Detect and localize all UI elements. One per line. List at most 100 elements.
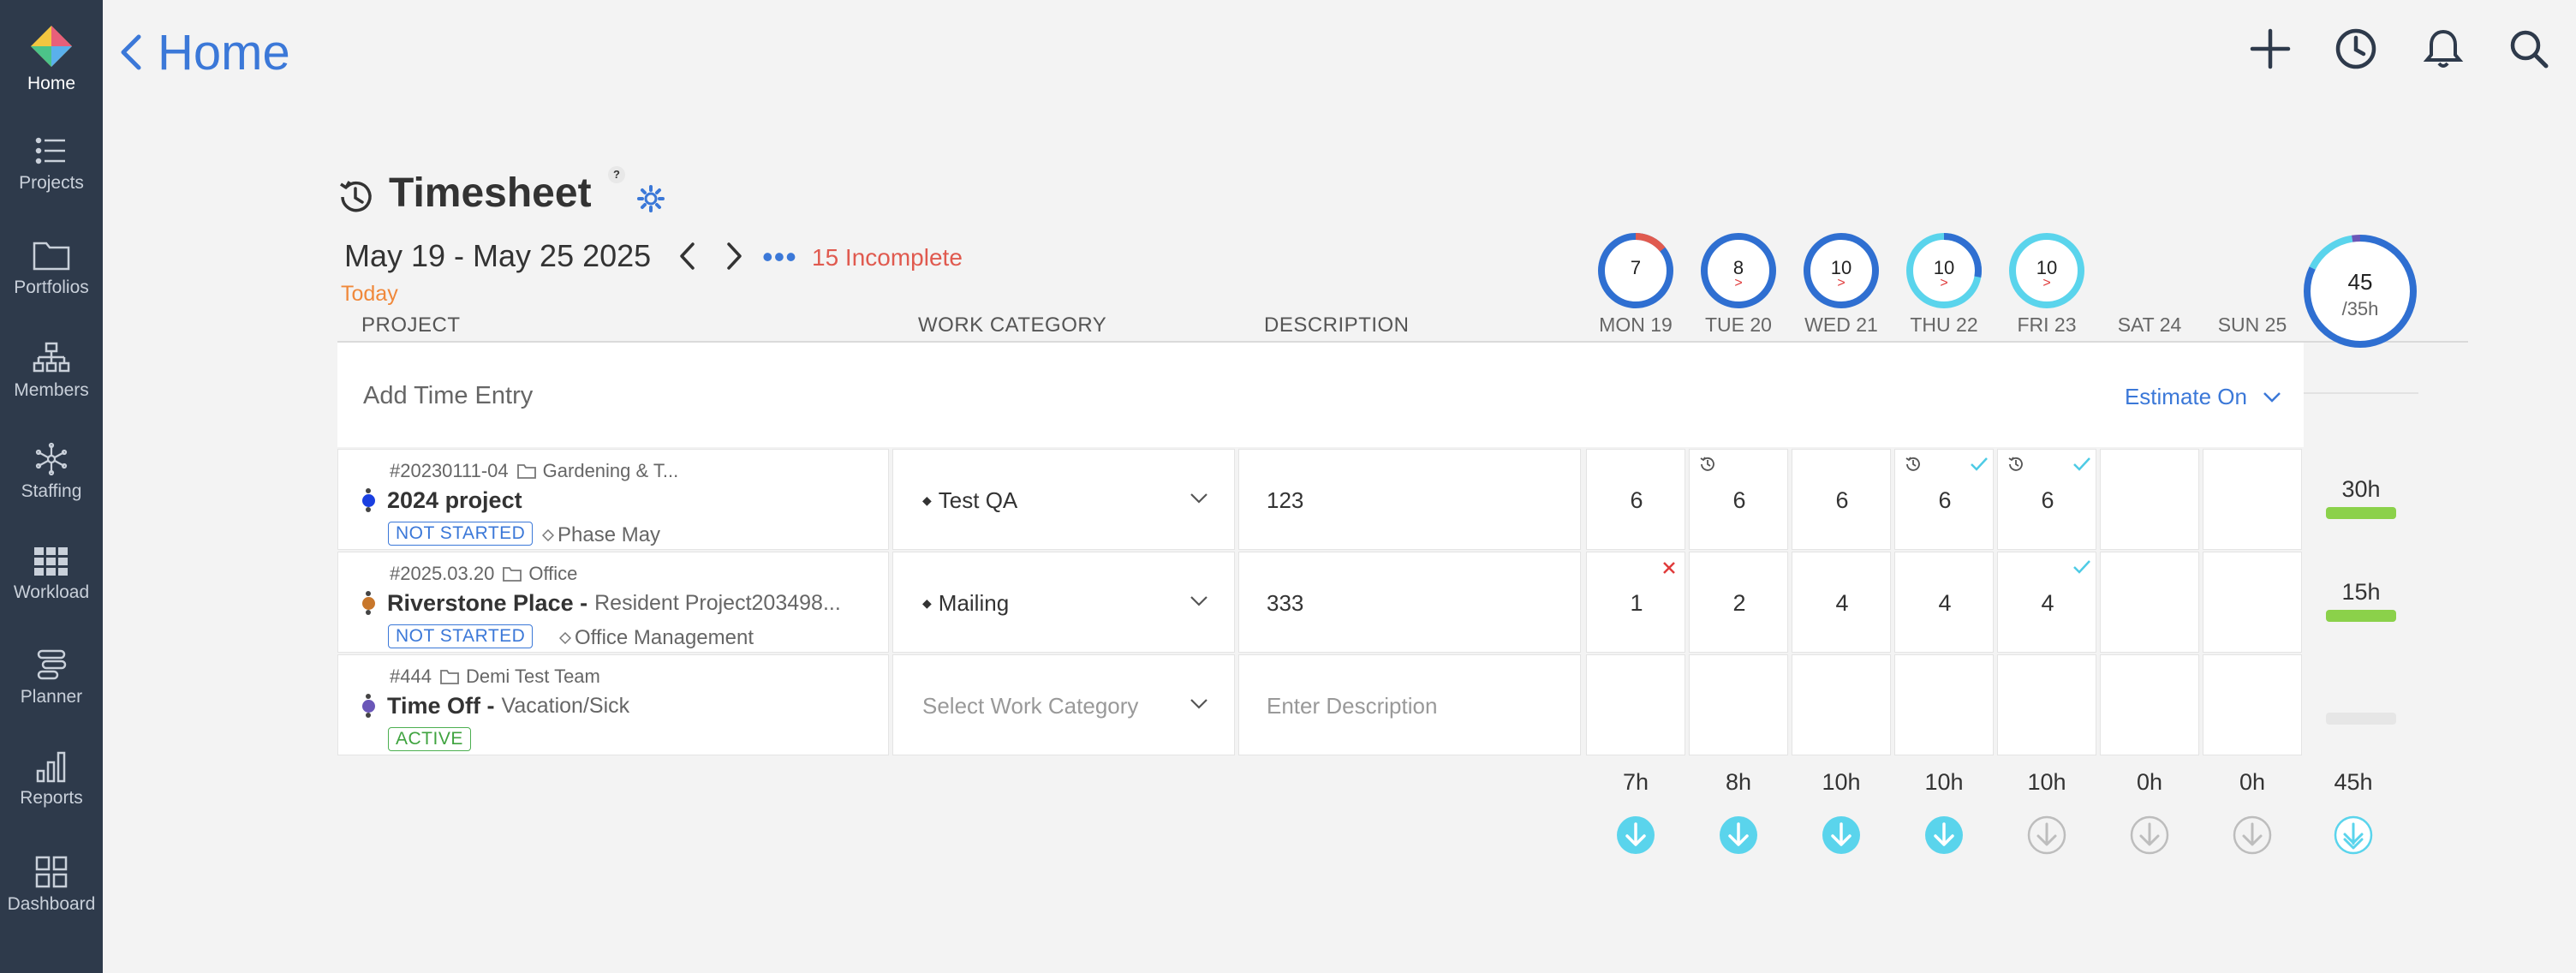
day-footer-total: 0h	[2136, 769, 2163, 795]
project-number: #444	[390, 666, 432, 687]
day-hours-cell[interactable]	[2203, 654, 2302, 755]
sidebar-item-staffing[interactable]: Staffing	[0, 442, 103, 502]
work-category-select[interactable]: Select Work Category	[892, 654, 1235, 755]
day-hours-cell[interactable]	[2203, 552, 2302, 653]
check-icon	[1971, 457, 1988, 471]
clock-icon[interactable]	[2334, 27, 2377, 70]
day-hours-cell[interactable]: 6	[1689, 449, 1788, 550]
sidebar-item-portfolios[interactable]: Portfolios	[0, 238, 103, 298]
search-icon[interactable]	[2507, 27, 2550, 70]
submit-day-icon[interactable]	[2334, 815, 2373, 855]
submit-day-icon[interactable]	[1616, 815, 1655, 855]
sidebar-item-home[interactable]: Home	[0, 24, 103, 94]
work-category-select[interactable]: ◆ Mailing	[892, 552, 1235, 653]
submit-day-icon[interactable]	[1719, 815, 1758, 855]
overtime-marker: >	[1734, 276, 1743, 290]
list-icon	[35, 137, 65, 164]
day-hours-cell[interactable]	[2203, 449, 2302, 550]
history-icon	[1905, 457, 1920, 471]
day-hours-cell[interactable]: 6	[1997, 449, 2096, 550]
help-badge[interactable]: ?	[608, 166, 625, 183]
submit-day-icon[interactable]	[2130, 815, 2169, 855]
history-icon	[1700, 457, 1714, 471]
sidebar-item-dashboard[interactable]: Dashboard	[0, 855, 103, 915]
sidebar-item-label: Staffing	[21, 481, 82, 501]
description-field[interactable]: 123	[1238, 449, 1581, 550]
chevron-left-icon	[121, 34, 141, 70]
day-hours-cell[interactable]	[2100, 552, 2199, 653]
sidebar-item-members[interactable]: Members	[0, 341, 103, 401]
day-footer-total: 7h	[1622, 769, 1649, 795]
day-hours-cell[interactable]: 6	[1586, 449, 1685, 550]
project-folder: Demi Test Team	[465, 666, 600, 687]
project-cell[interactable]: #20230111-04 Gardening & T... 2024 project…	[337, 449, 889, 550]
day-hours-cell[interactable]: 1	[1586, 552, 1685, 653]
day-hours-value: 2	[1732, 590, 1746, 616]
add-time-entry-label[interactable]: Add Time Entry	[363, 382, 533, 410]
day-hours-cell[interactable]	[1792, 654, 1891, 755]
sidebar-item-planner[interactable]: Planner	[0, 648, 103, 707]
overtime-marker: >	[2042, 276, 2051, 290]
project-name[interactable]: 2024 project	[362, 487, 529, 514]
project-cell[interactable]: #444 Demi Test Team Time Off - Vacation/Sic…	[337, 654, 889, 755]
phase-name: Phase May	[558, 523, 661, 546]
project-cell[interactable]: #2025.03.20 Office Riverstone Place - Resid…	[337, 552, 889, 653]
submit-day-icon[interactable]	[1924, 815, 1964, 855]
work-category-text: Select Work Category	[922, 693, 1139, 719]
estimate-toggle[interactable]: Estimate On	[2125, 384, 2281, 410]
day-label: MON 19	[1599, 313, 1673, 336]
today-link[interactable]: Today	[341, 282, 398, 307]
project-name[interactable]: Riverstone Place - Resident Project203498…	[362, 590, 841, 617]
sidebar-item-label: Planner	[20, 687, 83, 707]
day-hours-cell[interactable]: 6	[1792, 449, 1891, 550]
day-progress-ring: 10 >	[1802, 231, 1881, 310]
plus-icon[interactable]	[2249, 27, 2292, 70]
next-week-icon[interactable]	[724, 242, 743, 271]
add-time-entry-row[interactable]: Add Time Entry Estimate On	[337, 343, 2304, 447]
prev-week-icon[interactable]	[678, 242, 697, 271]
project-color-dot	[362, 700, 375, 713]
day-footer-total: 10h	[1924, 769, 1964, 795]
day-hours-value: 1	[1630, 590, 1643, 616]
work-category-select[interactable]: ◆ Test QA	[892, 449, 1235, 550]
day-label: SAT 24	[2117, 313, 2182, 336]
sidebar-item-reports[interactable]: Reports	[0, 750, 103, 809]
description-field[interactable]: 333	[1238, 552, 1581, 653]
day-hours-cell[interactable]	[1997, 654, 2096, 755]
description-text: Enter Description	[1267, 693, 1438, 719]
total-divider	[2304, 392, 2418, 394]
day-hours-cell[interactable]: 4	[1792, 552, 1891, 653]
submit-day-icon[interactable]	[2233, 815, 2272, 855]
day-hours-value: 6	[2041, 487, 2054, 513]
day-hours-cell[interactable]	[1689, 654, 1788, 755]
day-label: WED 21	[1804, 313, 1878, 336]
incomplete-count[interactable]: 15 Incomplete	[812, 244, 963, 272]
overtime-marker: >	[1940, 276, 1948, 290]
project-name[interactable]: Time Off - Vacation/Sick	[362, 693, 629, 719]
submit-day-icon[interactable]	[2027, 815, 2066, 855]
day-label: TUE 20	[1705, 313, 1772, 336]
status-badge: NOT STARTED	[388, 522, 534, 546]
day-hours-cell[interactable]: 4	[1894, 552, 1994, 653]
day-progress-ring: 10 >	[1905, 231, 1983, 310]
description-field[interactable]: Enter Description	[1238, 654, 1581, 755]
sidebar-item-label: Workload	[13, 582, 90, 602]
day-hours-cell[interactable]: 2	[1689, 552, 1788, 653]
bell-icon[interactable]	[2422, 27, 2465, 70]
sidebar-item-workload[interactable]: Workload	[0, 546, 103, 603]
row-total-hours: 15h	[2341, 579, 2381, 605]
gear-icon[interactable]	[637, 185, 665, 212]
back-home-link[interactable]: Home	[120, 22, 290, 82]
day-hours-cell[interactable]	[2100, 449, 2199, 550]
submit-day-icon[interactable]	[1822, 815, 1861, 855]
status-badge: ACTIVE	[388, 727, 471, 751]
day-hours-cell[interactable]: 6	[1894, 449, 1994, 550]
sidebar: Home Projects Portfolios Members Staffin…	[0, 0, 103, 973]
day-hours-cell[interactable]	[1894, 654, 1994, 755]
sidebar-item-projects[interactable]: Projects	[0, 134, 103, 194]
day-hours-cell[interactable]	[2100, 654, 2199, 755]
more-options-button[interactable]: •••	[762, 242, 797, 272]
day-hours-cell[interactable]	[1586, 654, 1685, 755]
day-hours-cell[interactable]: 4	[1997, 552, 2096, 653]
day-hours-value: 6	[1732, 487, 1746, 513]
